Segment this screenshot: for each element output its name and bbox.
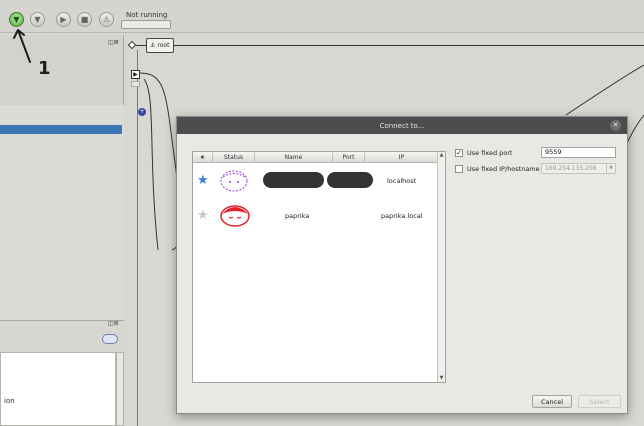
select-button[interactable]: Select — [578, 395, 621, 408]
annotation-arrow-1 — [13, 29, 31, 63]
status-progress-field — [121, 20, 171, 29]
use-fixed-port-label: Use fixed port — [467, 149, 513, 157]
lower-panel-window-icons[interactable]: ◫⊠ — [108, 320, 119, 327]
panel-window-icons[interactable]: ◫⊠ — [108, 39, 119, 46]
column-header-status[interactable]: Status — [213, 152, 255, 163]
connect-button[interactable]: ▼ — [9, 12, 24, 27]
disconnect-icon: ▼ — [34, 14, 41, 24]
dialog-title-bar[interactable]: Connect to... — [177, 117, 627, 134]
stop-button[interactable]: ■ — [77, 12, 92, 27]
favorite-star-icon[interactable]: ★ — [197, 209, 209, 222]
table-row[interactable]: ★ localhost — [193, 166, 438, 196]
column-header-favorite[interactable]: ★ — [193, 152, 213, 163]
main-toolbar: ▼ ▼ ▶ ■ ⚠ Not running — [0, 0, 644, 33]
disconnect-button[interactable]: ▼ — [30, 12, 45, 27]
warning-button[interactable]: ⚠ — [99, 12, 114, 27]
close-icon[interactable]: ✕ — [610, 120, 621, 131]
fixed-ip-value: 169.254.135.208 — [545, 165, 597, 172]
row-ip: localhost — [387, 177, 417, 185]
row-ip: paprika.local — [381, 212, 423, 220]
table-scrollbar[interactable]: ▲ ▼ — [437, 152, 445, 382]
lower-list-scrollbar[interactable] — [116, 352, 124, 426]
column-header-name[interactable]: Name — [255, 152, 333, 163]
connect-dialog: Connect to... ✕ ★ Status Name Port IP ★ … — [176, 116, 628, 414]
favorite-star-icon[interactable]: ★ — [197, 174, 209, 187]
use-fixed-port-row[interactable]: ✓ Use fixed port — [455, 147, 512, 159]
left-panel — [0, 35, 124, 335]
fixed-port-input[interactable]: 9559 — [541, 147, 616, 158]
status-label: Not running — [126, 11, 168, 19]
dialog-title: Connect to... — [379, 121, 425, 130]
use-fixed-ip-label: Use fixed IP/hostname — [467, 165, 540, 173]
table-header: ★ Status Name Port IP — [193, 152, 438, 163]
row-name: paprika — [285, 212, 310, 220]
redacted-port — [327, 172, 373, 188]
table-row[interactable]: ★ paprika paprika.local — [193, 200, 438, 230]
use-fixed-ip-checkbox[interactable] — [455, 165, 463, 173]
scroll-down-icon[interactable]: ▼ — [438, 375, 445, 382]
play-button[interactable]: ▶ — [56, 12, 71, 27]
chevron-down-icon[interactable]: ▼ — [606, 164, 615, 173]
use-fixed-ip-row[interactable]: Use fixed IP/hostname — [455, 163, 540, 175]
robot-busy-icon — [220, 205, 250, 227]
lower-panel-toggle-button[interactable] — [102, 334, 118, 344]
robot-online-icon — [220, 170, 248, 192]
column-header-ip[interactable]: IP — [365, 152, 438, 163]
cancel-button[interactable]: Cancel — [532, 395, 572, 408]
redacted-name — [263, 172, 324, 188]
use-fixed-port-checkbox[interactable]: ✓ — [455, 149, 463, 157]
lower-list — [0, 352, 116, 426]
robot-table: ★ Status Name Port IP ★ localhost ★ papr… — [192, 151, 446, 383]
fixed-ip-combo[interactable]: 169.254.135.208 ▼ — [541, 163, 616, 174]
stop-icon: ■ — [80, 14, 89, 24]
lower-list-item[interactable]: ion — [4, 397, 15, 405]
selected-tree-row[interactable] — [0, 125, 122, 134]
column-header-port[interactable]: Port — [333, 152, 365, 163]
annotation-number-1: 1 — [38, 58, 51, 79]
play-icon: ▶ — [60, 14, 67, 24]
warning-icon: ⚠ — [102, 14, 111, 24]
tree-area — [0, 105, 124, 335]
scroll-up-icon[interactable]: ▲ — [438, 152, 445, 159]
connect-icon: ▼ — [13, 14, 20, 24]
